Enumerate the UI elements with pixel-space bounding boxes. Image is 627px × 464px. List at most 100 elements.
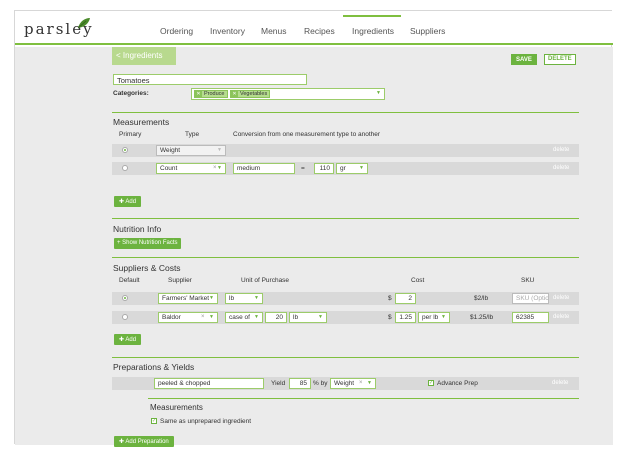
currency-symbol: $ [388,295,392,302]
delete-link[interactable]: delete [553,165,569,171]
yield-basis-select[interactable]: Weight × ▼ [330,378,376,389]
divider [112,218,579,219]
percent-by-label: % by [313,380,328,387]
col-unit-of-purchase: Unit of Purchase [241,277,290,284]
chevron-down-icon: ▼ [209,295,214,301]
supplier-select[interactable]: Baldor × ▼ [158,312,218,323]
category-tag-label: Vegetables [240,91,268,97]
primary-radio[interactable] [122,165,128,171]
unit-select[interactable]: lb ▼ [225,293,263,304]
conversion-unit-select[interactable]: gr ▼ [336,163,368,174]
category-tag-produce[interactable]: ✕ Produce [194,90,228,98]
divider [112,112,579,113]
currency-symbol: $ [388,314,392,321]
nav-menus[interactable]: Menus [261,26,287,36]
chevron-down-icon: ▼ [367,380,372,386]
nav-suppliers[interactable]: Suppliers [410,26,445,36]
default-radio[interactable] [122,314,128,320]
case-unit-select[interactable]: lb ▼ [289,312,327,323]
col-supplier: Supplier [168,277,192,284]
chevron-down-icon: ▼ [441,314,446,320]
nutrition-title: Nutrition Info [113,224,162,234]
advance-prep-label: Advance Prep [437,380,478,387]
divider [148,398,579,399]
nav-ordering[interactable]: Ordering [160,26,193,36]
col-sku: SKU [521,277,535,284]
cost-input[interactable]: 1.25 [395,312,416,323]
unit-cost: $1.25/lb [470,314,494,321]
delete-link[interactable]: delete [553,147,569,153]
add-supplier-button[interactable]: ✚ Add [114,334,142,345]
measurement-type-select[interactable]: Count × ▼ [156,163,226,174]
col-cost: Cost [411,277,425,284]
categories-select[interactable]: ✕ Produce ✕ Vegetables ▼ [191,88,385,100]
yield-input[interactable]: 85 [289,378,311,389]
chevron-down-icon: ▼ [217,165,222,171]
yield-label: Yield [271,380,286,387]
unit-cost: $2/lb [474,295,489,302]
col-default: Default [119,277,140,284]
sku-input[interactable]: 62385 [512,312,549,323]
measurement-row: Weight ▼ delete [112,144,579,157]
chevron-down-icon: ▼ [217,147,222,153]
chevron-down-icon: ▼ [254,314,259,320]
breadcrumb-ingredients[interactable]: < Ingredients [112,47,176,65]
nav-ingredients[interactable]: Ingredients [352,26,394,36]
clear-icon[interactable]: × [359,380,363,386]
add-preparation-button[interactable]: ✚ Add Preparation [114,436,174,447]
divider [112,357,579,358]
preparation-measurements-title: Measurements [150,403,203,412]
measurement-name-input[interactable]: medium [233,163,295,174]
chevron-down-icon: ▼ [318,314,323,320]
same-as-unprepared-checkbox[interactable]: ✓ [151,418,157,424]
col-conversion: Conversion from one measurement type to … [233,131,381,138]
nav-inventory[interactable]: Inventory [210,26,245,36]
remove-tag-icon[interactable]: ✕ [195,91,202,98]
clear-icon[interactable]: × [201,314,205,320]
suppliers-title: Suppliers & Costs [113,263,181,273]
primary-radio[interactable] [122,147,128,153]
ingredient-name-input[interactable]: Tomatoes [113,74,307,85]
save-button[interactable]: SAVE [511,54,537,65]
equals-sign: = [301,165,305,172]
conversion-quantity-input[interactable]: 110 [314,163,334,174]
app-window: parsley Ordering Inventory Menus Recipes… [14,10,613,447]
chevron-down-icon: ▼ [359,165,364,171]
cost-per-select[interactable]: per lb ▼ [418,312,450,323]
col-primary: Primary [119,131,142,138]
default-radio[interactable] [122,295,128,301]
divider [112,257,579,258]
chevron-down-icon[interactable]: ▼ [376,90,381,96]
delete-link[interactable]: delete [553,314,569,320]
remove-tag-icon[interactable]: ✕ [231,91,238,98]
advance-prep-checkbox[interactable]: ✓ [428,380,434,386]
unit-select[interactable]: case of ▼ [225,312,263,323]
measurements-title: Measurements [113,117,170,127]
measurement-type-select[interactable]: Weight ▼ [156,145,226,156]
case-quantity-input[interactable]: 20 [265,312,287,323]
same-as-unprepared-label: Same as unprepared ingredient [160,418,252,425]
add-measurement-button[interactable]: ✚ Add [114,196,142,207]
parsley-leaf-icon [77,18,90,29]
top-nav: parsley Ordering Inventory Menus Recipes… [15,11,613,45]
col-type: Type [185,131,200,138]
clear-icon[interactable]: × [213,165,217,171]
supplier-row: Baldor × ▼ case of ▼ 20 lb ▼ $ 1.25 per lb ▼ … [112,311,579,324]
ingredient-form: < Ingredients SAVE DELETE Tomatoes Categ… [112,47,579,447]
nav-recipes[interactable]: Recipes [304,26,335,36]
preparations-title: Preparations & Yields [113,362,195,372]
supplier-select[interactable]: Farmers' Market ▼ [158,293,218,304]
nav-active-indicator [343,15,401,17]
category-tag-vegetables[interactable]: ✕ Vegetables [230,90,271,98]
categories-label: Categories: [113,90,149,97]
delete-button[interactable]: DELETE [544,54,576,65]
chevron-down-icon: ▼ [254,295,259,301]
sku-input[interactable]: SKU (Optional) [512,293,549,304]
delete-link[interactable]: delete [553,295,569,301]
show-nutrition-facts-button[interactable]: + Show Nutrition Facts [114,238,181,249]
cost-input[interactable]: 2 [395,293,416,304]
chevron-down-icon: ▼ [209,314,214,320]
category-tag-label: Produce [204,91,225,97]
preparation-name-input[interactable]: peeled & chopped [154,378,264,389]
delete-link[interactable]: delete [552,380,568,386]
